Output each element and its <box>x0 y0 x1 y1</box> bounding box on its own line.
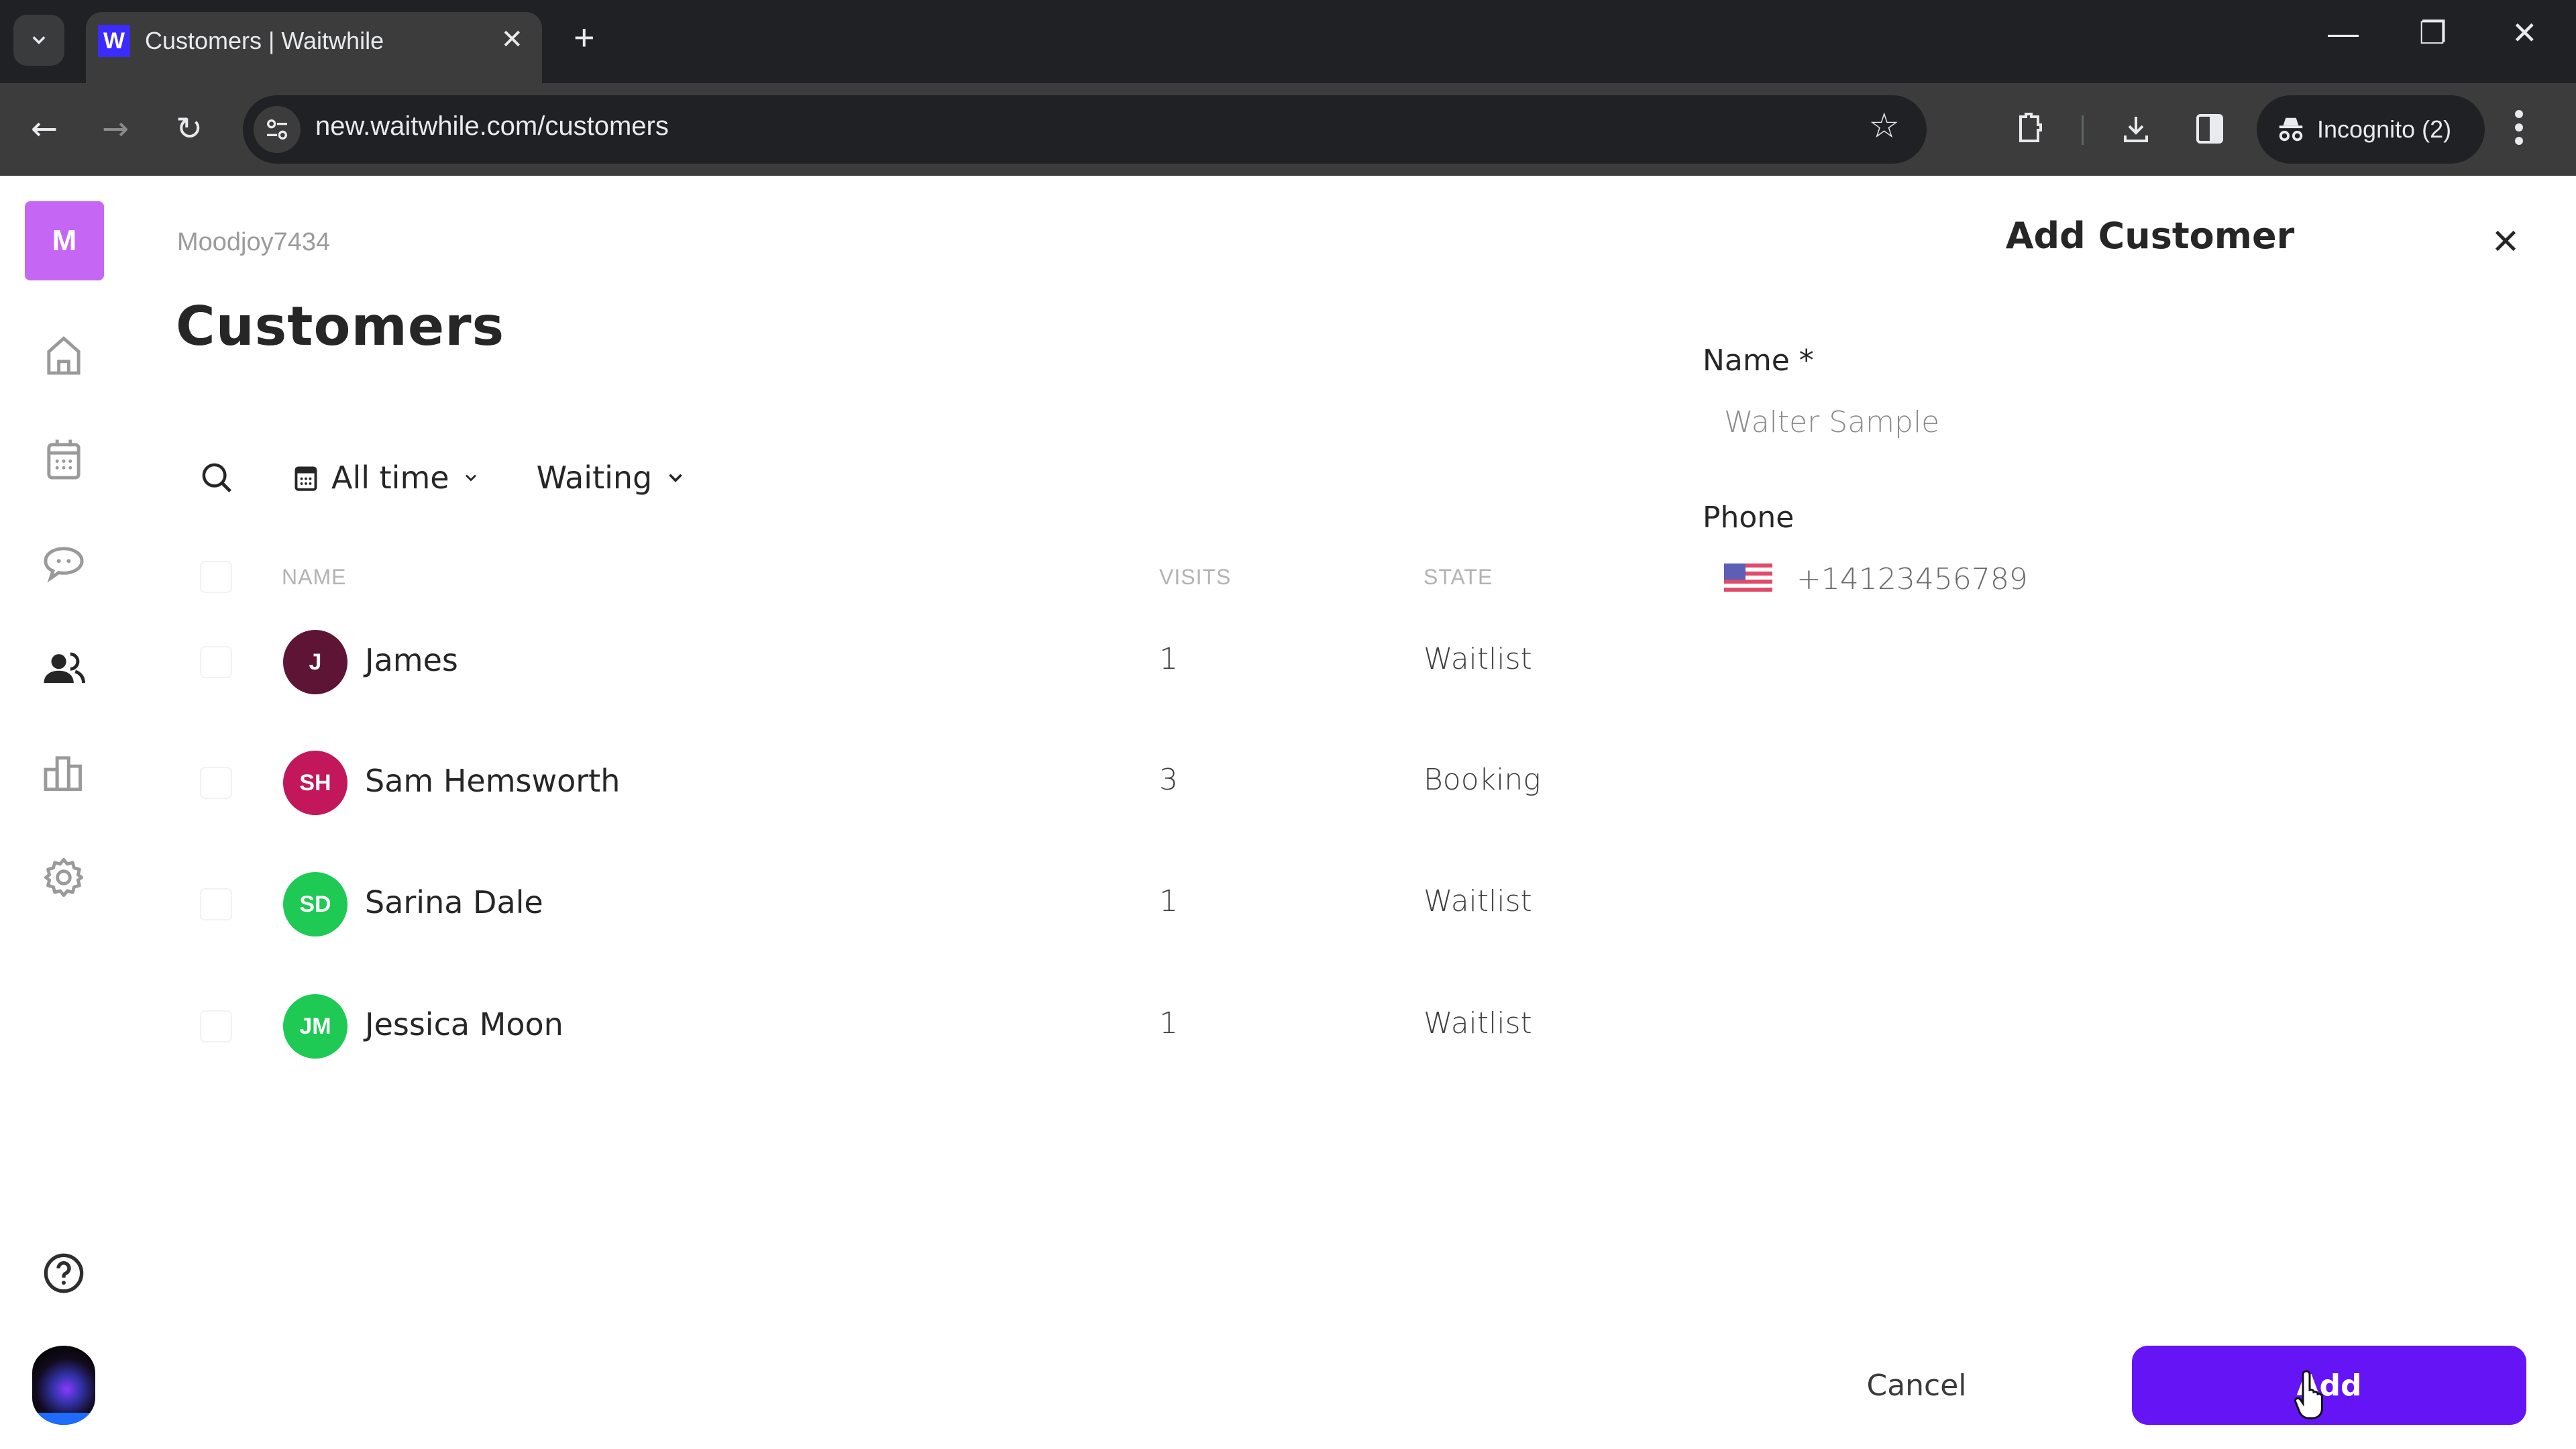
column-header-visits[interactable]: VISITS <box>1159 565 1231 590</box>
customer-visits: 1 <box>1159 1006 1178 1040</box>
row-checkbox[interactable] <box>200 888 232 920</box>
tab-close-icon[interactable]: ✕ <box>500 24 523 55</box>
calendar-icon <box>47 439 80 480</box>
restore-icon[interactable]: ❐ <box>2419 15 2447 51</box>
customer-visits: 1 <box>1159 884 1178 918</box>
address-bar[interactable]: new.waitwhile.com/customers ☆ <box>243 95 1927 164</box>
profile-label: Incognito (2) <box>2317 115 2452 143</box>
time-filter-dropdown[interactable]: All time <box>292 460 480 496</box>
row-checkbox[interactable] <box>200 1010 232 1042</box>
new-tab-button[interactable]: + <box>574 17 595 58</box>
chat-icon <box>44 547 84 583</box>
back-icon[interactable]: ← <box>23 107 66 150</box>
site-info-icon[interactable] <box>254 106 301 153</box>
calendar-icon <box>294 466 317 491</box>
toolbar-divider <box>2082 115 2084 145</box>
column-header-name[interactable]: NAME <box>282 565 346 590</box>
incognito-icon <box>2279 117 2303 142</box>
avatar: JM <box>283 994 347 1059</box>
minimize-icon[interactable]: — <box>2328 15 2359 51</box>
sidebar-item-calendar[interactable] <box>37 433 91 486</box>
chevron-down-icon <box>465 474 476 482</box>
app-viewport: M Moodjoy7434 Customers All time Waiting… <box>0 176 2576 1449</box>
sidebar-item-analytics[interactable] <box>37 746 91 800</box>
phone-field-label: Phone <box>1703 500 1794 535</box>
bar-chart-icon <box>44 756 83 792</box>
help-button[interactable] <box>37 1246 91 1300</box>
url-text: new.waitwhile.com/customers <box>315 111 669 141</box>
customer-visits: 3 <box>1159 763 1178 797</box>
column-header-state[interactable]: STATE <box>1424 565 1493 590</box>
home-icon <box>47 336 80 375</box>
user-avatar[interactable] <box>32 1346 95 1425</box>
users-icon <box>44 652 85 684</box>
row-checkbox[interactable] <box>200 767 232 799</box>
state-filter-label: Waiting <box>536 460 653 496</box>
table-row[interactable]: SD Sarina Dale 1 Waitlist <box>195 872 1603 959</box>
chevron-down-icon <box>32 36 46 44</box>
sidebar-item-home[interactable] <box>37 328 91 382</box>
name-field-label: Name * <box>1703 343 1814 378</box>
customer-name[interactable]: Jessica Moon <box>365 1006 564 1042</box>
tab-title: Customers | Waitwhile <box>145 27 384 54</box>
us-flag-icon[interactable] <box>1724 564 1772 593</box>
sidebar-item-customers[interactable] <box>37 641 91 695</box>
customer-name[interactable]: Sam Hemsworth <box>365 763 620 799</box>
time-filter-label: All time <box>331 460 449 496</box>
extensions-icon[interactable] <box>2006 105 2054 153</box>
waitwhile-favicon-icon: W <box>98 25 130 57</box>
side-panel-icon[interactable] <box>2186 105 2234 153</box>
customer-name[interactable]: Sarina Dale <box>365 884 543 920</box>
filter-bar: All time Waiting <box>195 451 687 504</box>
customer-state: Waitlist <box>1424 1006 1532 1040</box>
customer-name[interactable]: James <box>365 642 458 678</box>
cancel-button[interactable]: Cancel <box>1866 1346 1967 1425</box>
name-input[interactable] <box>1703 392 2534 452</box>
forward-icon[interactable]: → <box>94 107 137 150</box>
download-icon[interactable] <box>2112 105 2160 153</box>
tab-search-button[interactable] <box>13 15 64 66</box>
avatar: J <box>283 630 347 694</box>
close-panel-button[interactable] <box>2482 217 2529 264</box>
breadcrumb[interactable]: Moodjoy7434 <box>177 228 330 257</box>
window-close-icon[interactable]: ✕ <box>2512 15 2538 51</box>
browser-menu-icon[interactable] <box>2512 107 2526 150</box>
avatar: SH <box>283 751 347 815</box>
customer-state: Waitlist <box>1424 884 1532 918</box>
bookmark-star-icon[interactable]: ☆ <box>1868 106 1900 146</box>
help-icon <box>44 1253 84 1293</box>
phone-input[interactable] <box>1796 549 2467 609</box>
gear-icon <box>44 857 84 898</box>
search-icon <box>202 463 232 493</box>
customer-visits: 1 <box>1159 642 1178 676</box>
panel-title: Add Customer <box>2005 215 2295 257</box>
table-row[interactable]: J James 1 Waitlist <box>195 630 1603 717</box>
browser-tab-active[interactable]: W Customers | Waitwhile ✕ <box>86 12 542 83</box>
page-title: Customers <box>176 295 505 358</box>
state-filter-dropdown[interactable]: Waiting <box>537 460 688 496</box>
sidebar-item-settings[interactable] <box>37 851 91 904</box>
incognito-profile-button[interactable]: Incognito (2) <box>2257 95 2485 164</box>
sidebar: M <box>0 176 127 1449</box>
select-all-checkbox[interactable] <box>200 561 232 593</box>
reload-icon[interactable]: ↻ <box>168 107 211 150</box>
browser-toolbar: ← → ↻ new.waitwhile.com/customers ☆ Inco… <box>0 83 2576 176</box>
workspace-logo[interactable]: M <box>25 201 104 280</box>
close-icon <box>2495 230 2516 252</box>
avatar: SD <box>283 872 347 936</box>
add-customer-panel: Add Customer Name * Phone <box>1670 176 2576 1449</box>
browser-tab-strip: W Customers | Waitwhile ✕ + — ❐ ✕ <box>0 0 2576 83</box>
pointer-cursor-icon <box>2294 1370 2323 1419</box>
customer-state: Booking <box>1424 763 1541 797</box>
table-row[interactable]: JM Jessica Moon 1 Waitlist <box>195 994 1603 1081</box>
phone-field <box>1703 549 2534 609</box>
sidebar-item-messages[interactable] <box>37 537 91 590</box>
table-row[interactable]: SH Sam Hemsworth 3 Booking <box>195 751 1603 838</box>
search-button[interactable] <box>195 455 239 500</box>
chevron-down-icon <box>669 474 683 482</box>
row-checkbox[interactable] <box>200 646 232 678</box>
customer-state: Waitlist <box>1424 642 1532 676</box>
